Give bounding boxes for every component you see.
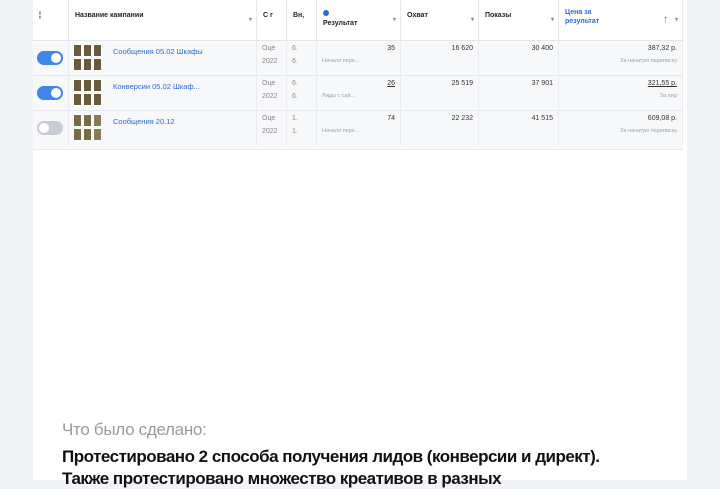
cost-value: 609,08 р. <box>647 115 677 122</box>
table-row[interactable]: Сообщения 05.02 Шкафы Оце 2022 6. 6. 35 Нач… <box>33 41 683 76</box>
creative-thumbnails <box>73 79 103 107</box>
header-status-label: С г <box>263 12 273 19</box>
impressions-cell: 41 515 <box>479 111 559 145</box>
description-line-1: Протестировано 2 способа получения лидов… <box>62 447 600 466</box>
cost-value: 387,32 р. <box>647 45 677 52</box>
chevron-down-icon[interactable]: ▾ <box>551 16 554 23</box>
campaign-name-link[interactable]: Сообщения 05.02 Шкафы <box>113 47 203 56</box>
chevron-down-icon[interactable]: ▾ <box>393 16 396 23</box>
delivery-cell: 6. 6. <box>287 41 317 75</box>
result-type: Начало пере... <box>322 128 360 134</box>
creative-thumbnails <box>73 44 103 72</box>
header-impressions[interactable]: Показы ▾ <box>479 0 559 40</box>
reach-value: 25 519 <box>451 80 473 87</box>
delivery-text-2: 6. <box>292 58 298 65</box>
header-toggle-label: ¦ <box>39 12 41 19</box>
header-cost-per-result[interactable]: Цена за результат ↑ ▾ <box>559 0 683 40</box>
reach-cell: 16 620 <box>401 41 479 75</box>
what-was-done-heading: Что было сделано: <box>62 420 207 439</box>
cost-type: За лид <box>659 93 677 99</box>
table-row[interactable]: Конверсии 05.02 Шкаф... Оце 2022 6. 6. 26 Л… <box>33 76 683 111</box>
status-text: Оце <box>262 45 276 52</box>
impressions-value: 30 400 <box>531 45 553 52</box>
delivery-cell: 6. 6. <box>287 76 317 110</box>
result-value: 35 <box>387 45 395 52</box>
cost-type: За начатую переписку <box>620 128 677 134</box>
status-text: Оце <box>262 115 276 122</box>
cost-value[interactable]: 321,55 р. <box>648 80 677 87</box>
result-value[interactable]: 26 <box>387 80 395 87</box>
status-cell: Оце 2022 <box>257 76 287 110</box>
description-block: Что было сделано: Протестировано 2 спосо… <box>62 420 702 489</box>
result-cell: 74 Начало пере... <box>317 111 401 145</box>
result-type: Начало пере... <box>322 58 360 64</box>
toggle-cell <box>33 76 69 110</box>
sort-up-arrow-icon[interactable]: ↑ <box>663 14 668 25</box>
reach-value: 22 232 <box>451 115 473 122</box>
header-impressions-label: Показы <box>485 12 512 19</box>
status-year: 2022 <box>262 58 278 65</box>
campaign-name-cell: Конверсии 05.02 Шкаф... <box>69 76 257 110</box>
toggle-knob <box>39 123 49 133</box>
table-row[interactable]: Сообщения 20.12 Оце 2022 1. 1. 74 Начало пе… <box>33 111 683 150</box>
table-header: ¦ Название кампании ▾ С г Вн, Результат … <box>33 0 683 41</box>
toggle-knob <box>51 53 61 63</box>
delivery-cell: 1. 1. <box>287 111 317 145</box>
impressions-value: 41 515 <box>531 115 553 122</box>
header-delivery-label: Вн, <box>293 12 305 19</box>
header-reach[interactable]: Охват ▾ <box>401 0 479 40</box>
header-toggle[interactable]: ¦ <box>33 0 69 40</box>
campaign-toggle[interactable] <box>37 86 63 100</box>
header-delivery[interactable]: Вн, <box>287 0 317 40</box>
chevron-down-icon[interactable]: ▾ <box>249 16 252 23</box>
campaign-name-cell: Сообщения 20.12 <box>69 111 257 145</box>
campaign-name-cell: Сообщения 05.02 Шкафы <box>69 41 257 75</box>
impressions-value: 37 901 <box>531 80 553 87</box>
chevron-down-icon[interactable]: ▾ <box>675 16 678 23</box>
cost-type: За начатую переписку <box>620 58 677 64</box>
header-result[interactable]: Результат ▾ <box>317 0 401 40</box>
header-result-label: Результат <box>323 20 358 27</box>
header-campaign-name[interactable]: Название кампании ▾ <box>69 0 257 40</box>
status-year: 2022 <box>262 128 278 135</box>
toggle-cell <box>33 111 69 145</box>
campaign-toggle[interactable] <box>37 51 63 65</box>
header-reach-label: Охват <box>407 12 428 19</box>
campaign-name-link[interactable]: Конверсии 05.02 Шкаф... <box>113 82 200 91</box>
result-cell: 26 Лиды с сай... <box>317 76 401 110</box>
description-line-2: Также протестировано множество креативов… <box>62 469 502 488</box>
status-year: 2022 <box>262 93 278 100</box>
creative-thumbnails <box>73 114 103 142</box>
header-status[interactable]: С г <box>257 0 287 40</box>
status-cell: Оце 2022 <box>257 41 287 75</box>
reach-cell: 22 232 <box>401 111 479 145</box>
reach-cell: 25 519 <box>401 76 479 110</box>
report-card: ¦ Название кампании ▾ С г Вн, Результат … <box>33 0 687 480</box>
cost-cell: 609,08 р. За начатую переписку <box>559 111 683 145</box>
header-campaign-name-label: Название кампании <box>75 12 144 19</box>
result-type: Лиды с сай... <box>322 93 356 99</box>
toggle-knob <box>51 88 61 98</box>
delivery-text: 6. <box>292 80 298 87</box>
cost-cell: 321,55 р. За лид <box>559 76 683 110</box>
campaign-toggle[interactable] <box>37 121 63 135</box>
result-cell: 35 Начало пере... <box>317 41 401 75</box>
reach-value: 16 620 <box>451 45 473 52</box>
toggle-cell <box>33 41 69 75</box>
status-text: Оце <box>262 80 276 87</box>
status-cell: Оце 2022 <box>257 111 287 145</box>
delivery-text-2: 1. <box>292 128 298 135</box>
delivery-text: 6. <box>292 45 298 52</box>
cost-cell: 387,32 р. За начатую переписку <box>559 41 683 75</box>
impressions-cell: 37 901 <box>479 76 559 110</box>
result-value: 74 <box>387 115 395 122</box>
campaign-name-link[interactable]: Сообщения 20.12 <box>113 117 175 126</box>
delivery-text-2: 6. <box>292 93 298 100</box>
header-cost-label: Цена за результат <box>565 9 600 25</box>
impressions-cell: 30 400 <box>479 41 559 75</box>
delivery-text: 1. <box>292 115 298 122</box>
chevron-down-icon[interactable]: ▾ <box>471 16 474 23</box>
result-dot-icon <box>323 10 329 16</box>
